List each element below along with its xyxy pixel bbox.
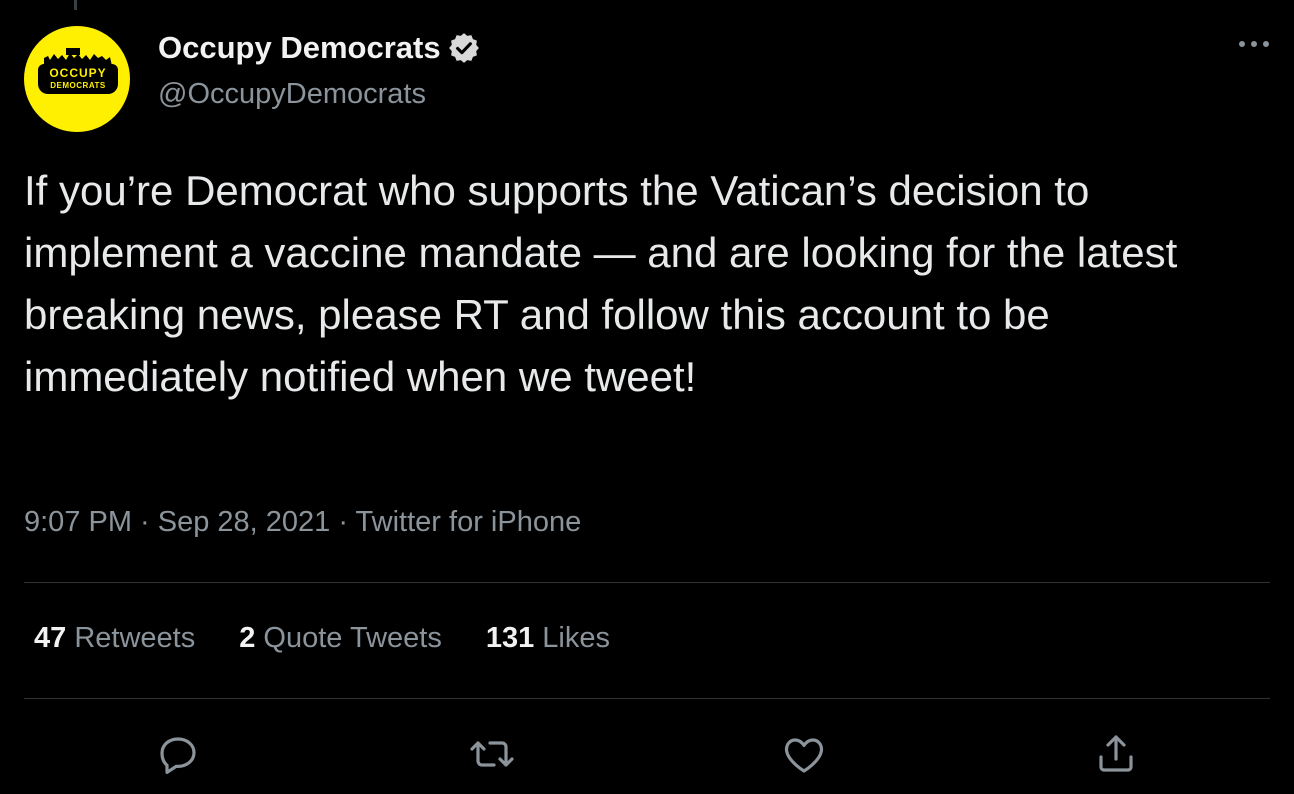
avatar[interactable]: OCCUPY DEMOCRATS	[24, 26, 130, 132]
likes-count: 131	[485, 622, 535, 654]
share-icon[interactable]	[1092, 730, 1140, 778]
avatar-text-top: OCCUPY	[49, 66, 107, 80]
likes-label: Likes	[542, 622, 610, 654]
engagement-stats: 47 Retweets 2 Quote Tweets 131 Likes	[34, 622, 610, 655]
action-bar	[0, 730, 1294, 778]
display-name[interactable]: Occupy Democrats	[158, 30, 441, 66]
name-row: Occupy Democrats	[158, 30, 481, 66]
tweet-meta[interactable]: 9:07 PM · Sep 28, 2021 · Twitter for iPh…	[24, 506, 581, 539]
retweet-icon[interactable]	[468, 730, 516, 778]
tweet-header: OCCUPY DEMOCRATS Occupy Democrats @Occup…	[24, 26, 1274, 132]
thread-connector-line	[74, 0, 77, 10]
retweets-count: 47	[34, 622, 67, 654]
avatar-text-bottom: DEMOCRATS	[50, 81, 106, 90]
verified-badge-icon	[448, 33, 479, 63]
divider	[24, 698, 1270, 699]
avatar-badge: OCCUPY DEMOCRATS	[38, 64, 118, 94]
tweet-text: If you’re Democrat who supports the Vati…	[24, 167, 1178, 400]
more-options-icon[interactable]	[1234, 34, 1274, 54]
retweets-stat[interactable]: 47 Retweets	[34, 622, 195, 655]
quote-tweets-count: 2	[239, 622, 256, 654]
quote-tweets-stat[interactable]: 2 Quote Tweets	[239, 622, 442, 655]
retweets-label: Retweets	[74, 622, 196, 654]
divider	[24, 582, 1270, 583]
likes-stat[interactable]: 131 Likes	[486, 622, 610, 655]
reply-icon[interactable]	[154, 730, 202, 778]
like-icon[interactable]	[780, 730, 828, 778]
quote-tweets-label: Quote Tweets	[263, 622, 442, 654]
account-handle[interactable]: @OccupyDemocrats	[158, 78, 426, 111]
